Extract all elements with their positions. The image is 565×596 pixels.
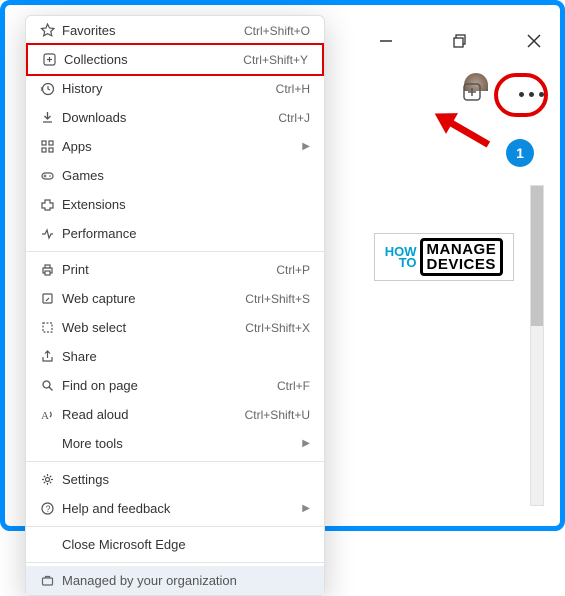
restore-button[interactable] <box>442 23 478 59</box>
extensions-icon <box>40 197 62 212</box>
menu-shortcut: Ctrl+Shift+S <box>245 292 310 306</box>
menu-webselect[interactable]: Web select Ctrl+Shift+X <box>26 313 324 342</box>
separator <box>26 251 324 252</box>
menu-label: Games <box>62 168 310 183</box>
menu-label: Favorites <box>62 23 244 38</box>
svg-text:A: A <box>41 410 49 422</box>
menu-games[interactable]: Games <box>26 161 324 190</box>
menu-label: Settings <box>62 472 310 487</box>
minimize-button[interactable] <box>368 23 404 59</box>
menu-label: Managed by your organization <box>62 573 310 588</box>
chevron-right-icon: ▶ <box>302 503 310 514</box>
menu-label: Help and feedback <box>62 501 296 516</box>
games-icon <box>40 168 62 183</box>
menu-extensions[interactable]: Extensions <box>26 190 324 219</box>
scrollbar[interactable] <box>530 185 544 506</box>
chevron-right-icon: ▶ <box>302 438 310 449</box>
chevron-right-icon: ▶ <box>302 141 310 152</box>
menu-downloads[interactable]: Downloads Ctrl+J <box>26 103 324 132</box>
menu-apps[interactable]: Apps ▶ <box>26 132 324 161</box>
menu-history[interactable]: History Ctrl+H <box>26 74 324 103</box>
menu-shortcut: Ctrl+F <box>277 379 310 393</box>
scrollbar-thumb[interactable] <box>531 186 543 326</box>
menu-shortcut: Ctrl+Shift+O <box>244 24 310 38</box>
menu-help[interactable]: ? Help and feedback ▶ <box>26 494 324 523</box>
menu-label: More tools <box>62 436 296 451</box>
logo-manage: MANAGE <box>427 242 497 257</box>
separator <box>26 562 324 563</box>
annotation-circle-1 <box>494 73 548 117</box>
collections-toolbar-icon[interactable] <box>461 81 483 108</box>
annotated-frame: 1 2 HOW TO MANAGE DEVICES Favorites Ctrl… <box>0 0 565 531</box>
find-icon <box>40 378 62 393</box>
menu-shortcut: Ctrl+H <box>276 82 310 96</box>
menu-settings[interactable]: Settings <box>26 465 324 494</box>
menu-label: Close Microsoft Edge <box>62 537 310 552</box>
menu-print[interactable]: Print Ctrl+P <box>26 255 324 284</box>
menu-label: Read aloud <box>62 407 245 422</box>
star-icon <box>40 23 62 38</box>
history-icon <box>40 81 62 96</box>
menu-shortcut: Ctrl+Shift+X <box>245 321 310 335</box>
close-button[interactable] <box>516 23 552 59</box>
briefcase-icon <box>40 573 62 588</box>
menu-label: Share <box>62 349 310 364</box>
menu-label: Performance <box>62 226 310 241</box>
collections-icon <box>42 52 64 67</box>
readaloud-icon: A <box>40 407 62 422</box>
menu-label: History <box>62 81 276 96</box>
menu-webcapture[interactable]: Web capture Ctrl+Shift+S <box>26 284 324 313</box>
menu-moretools[interactable]: More tools ▶ <box>26 429 324 458</box>
menu-shortcut: Ctrl+Shift+Y <box>243 53 308 67</box>
menu-label: Find on page <box>62 378 277 393</box>
menu-label: Extensions <box>62 197 310 212</box>
webselect-icon <box>40 320 62 335</box>
share-icon <box>40 349 62 364</box>
logo-howtomanagedevices: HOW TO MANAGE DEVICES <box>374 233 514 281</box>
menu-shortcut: Ctrl+Shift+U <box>245 408 310 422</box>
menu-label: Downloads <box>62 110 278 125</box>
menu-readaloud[interactable]: A Read aloud Ctrl+Shift+U <box>26 400 324 429</box>
menu-label: Apps <box>62 139 296 154</box>
print-icon <box>40 262 62 277</box>
menu-find[interactable]: Find on page Ctrl+F <box>26 371 324 400</box>
menu-close-edge[interactable]: Close Microsoft Edge <box>26 530 324 559</box>
separator <box>26 461 324 462</box>
gear-icon <box>40 472 62 487</box>
menu-collections[interactable]: Collections Ctrl+Shift+Y <box>26 43 324 76</box>
webcapture-icon <box>40 291 62 306</box>
apps-icon <box>40 139 62 154</box>
download-icon <box>40 110 62 125</box>
help-icon: ? <box>40 501 62 516</box>
performance-icon <box>40 226 62 241</box>
separator <box>26 526 324 527</box>
logo-devices: DEVICES <box>427 257 497 272</box>
menu-label: Print <box>62 262 276 277</box>
menu-favorites[interactable]: Favorites Ctrl+Shift+O <box>26 16 324 45</box>
svg-text:?: ? <box>46 504 51 514</box>
annotation-badge-1: 1 <box>506 139 534 167</box>
window-controls <box>368 23 552 59</box>
menu-label: Collections <box>64 52 243 67</box>
settings-menu: Favorites Ctrl+Shift+O Collections Ctrl+… <box>25 15 325 596</box>
menu-label: Web select <box>62 320 245 335</box>
menu-shortcut: Ctrl+P <box>276 263 310 277</box>
menu-shortcut: Ctrl+J <box>278 111 310 125</box>
menu-label: Web capture <box>62 291 245 306</box>
menu-managed[interactable]: Managed by your organization <box>26 566 324 595</box>
menu-share[interactable]: Share <box>26 342 324 371</box>
menu-performance[interactable]: Performance <box>26 219 324 248</box>
